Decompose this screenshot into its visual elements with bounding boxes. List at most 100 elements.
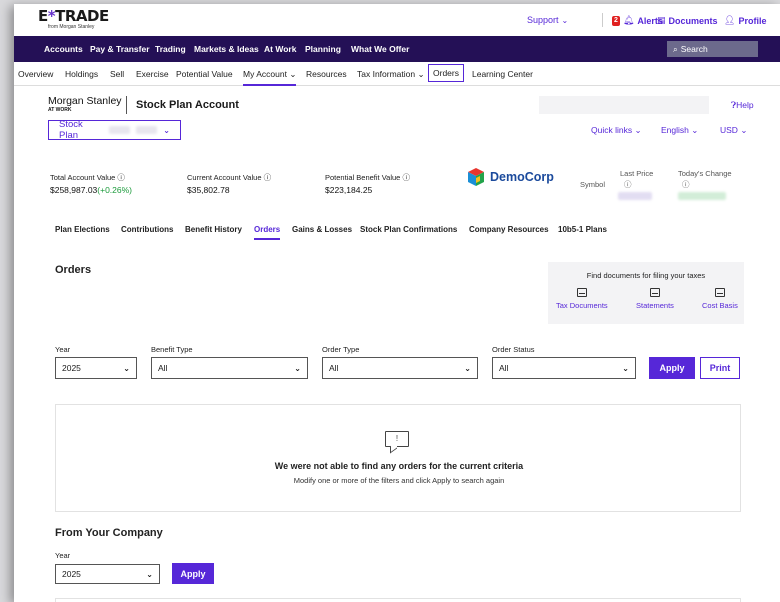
info-icon[interactable]: ⓘ	[682, 179, 690, 190]
redacted-text	[136, 126, 158, 134]
total-account-value: Total Account Value ⓘ $258,987.03(+0.26%…	[50, 173, 133, 195]
etrade-logo[interactable]: E*TRADE from Morgan Stanley	[38, 9, 109, 31]
statements-link[interactable]: Statements	[636, 288, 674, 310]
chevron-down-icon: ⌄	[561, 15, 569, 25]
company-apply-button[interactable]: Apply	[172, 563, 214, 584]
redacted-text	[678, 192, 726, 200]
subnav-orders[interactable]: Orders	[428, 64, 464, 82]
tab-gains-losses[interactable]: Gains & Losses	[292, 225, 352, 234]
help-link[interactable]: ❓︎Help	[731, 100, 754, 111]
tab-contributions[interactable]: Contributions	[121, 225, 173, 234]
empty-state-title: We were not able to find any orders for …	[274, 461, 524, 471]
chevron-down-icon: ⌄	[622, 363, 629, 373]
company-year-label: Year	[55, 551, 71, 560]
subnav-sell[interactable]: Sell	[110, 69, 124, 79]
company-year-select[interactable]: 2025 ⌄	[55, 564, 160, 584]
company-documents-panel	[55, 598, 741, 602]
subnav-tax-information[interactable]: Tax Information ⌄	[357, 69, 425, 80]
info-icon[interactable]: ⓘ	[117, 173, 125, 182]
nav-accounts[interactable]: Accounts	[44, 44, 83, 54]
alerts-count-badge: 2	[612, 15, 620, 26]
nav-planning[interactable]: Planning	[305, 44, 341, 54]
secondary-nav: Overview Holdings Sell Exercise Potentia…	[14, 62, 780, 86]
info-icon[interactable]: ⓘ	[624, 179, 632, 190]
bell-icon: 🔔︎	[622, 15, 635, 25]
subnav-overview[interactable]: Overview	[18, 69, 53, 79]
divider	[602, 13, 603, 27]
company-section-heading: From Your Company	[55, 527, 163, 539]
nav-at-work[interactable]: At Work	[264, 44, 296, 54]
tax-panel-title: Find documents for filing your taxes	[586, 271, 706, 280]
chevron-down-icon: ⌄	[740, 125, 748, 135]
benefit-type-label: Benefit Type	[151, 345, 193, 354]
redacted-text	[108, 126, 131, 134]
order-type-select[interactable]: All ⌄	[322, 357, 478, 379]
nav-what-we-offer[interactable]: What We Offer	[351, 44, 409, 54]
person-icon: 👤︎	[724, 15, 736, 25]
speech-bubble-icon: !	[385, 431, 409, 447]
subnav-learning-center[interactable]: Learning Center	[472, 69, 533, 79]
info-icon[interactable]: ⓘ	[402, 173, 410, 182]
info-icon[interactable]: ⓘ	[264, 173, 272, 182]
cost-basis-link[interactable]: Cost Basis	[702, 288, 738, 310]
nav-markets-ideas[interactable]: Markets & Ideas	[194, 44, 259, 54]
subnav-resources[interactable]: Resources	[306, 69, 347, 79]
search-input[interactable]: ⌕ Search	[667, 41, 758, 57]
tax-documents-link[interactable]: Tax Documents	[556, 288, 608, 310]
print-button[interactable]: Print	[700, 357, 740, 379]
browser-page: E*TRADE from Morgan Stanley Support ⌄ 2 …	[14, 4, 780, 602]
tab-plan-elections[interactable]: Plan Elections	[55, 225, 110, 234]
profile-link[interactable]: 👤︎ Profile	[724, 15, 766, 26]
change-percent: (+0.26%)	[97, 185, 133, 195]
chevron-down-icon: ⌄	[634, 125, 642, 135]
chevron-down-icon: ⌄	[146, 569, 153, 579]
inbox-tray-icon	[576, 288, 587, 297]
stock-plan-select[interactable]: Stock Plan ⌄	[48, 119, 181, 141]
company-logo: DemoCorp	[466, 167, 554, 187]
nav-trading[interactable]: Trading	[155, 44, 186, 54]
support-menu[interactable]: Support ⌄	[527, 15, 568, 25]
quick-links-menu[interactable]: Quick links ⌄	[591, 125, 642, 136]
documents-link[interactable]: ▤ Documents	[657, 15, 718, 26]
tab-company-resources[interactable]: Company Resources	[469, 225, 549, 234]
empty-state-panel: ! We were not able to find any orders fo…	[55, 404, 741, 512]
chevron-down-icon: ⌄	[691, 125, 699, 135]
chevron-down-icon: ⌄	[464, 363, 471, 373]
tab-orders[interactable]: Orders	[254, 225, 281, 240]
chevron-down-icon: ⌄	[163, 125, 170, 135]
alerts-link[interactable]: 2 🔔︎ Alerts	[612, 15, 663, 26]
tab-10b5-1-plans[interactable]: 10b5-1 Plans	[558, 225, 607, 234]
last-price-label: Last Price	[620, 169, 654, 178]
chevron-down-icon: ⌄	[123, 363, 130, 373]
order-type-label: Order Type	[322, 345, 360, 354]
inbox-tray-icon	[714, 288, 725, 297]
inbox-tray-icon	[649, 288, 660, 297]
tab-benefit-history[interactable]: Benefit History	[185, 225, 242, 234]
utility-bar: E*TRADE from Morgan Stanley Support ⌄ 2 …	[14, 4, 780, 36]
year-select[interactable]: 2025 ⌄	[55, 357, 137, 379]
page-title: Stock Plan Account	[136, 99, 239, 111]
benefit-type-select[interactable]: All ⌄	[151, 357, 308, 379]
orders-heading: Orders	[55, 264, 92, 276]
search-icon: ⌕	[673, 43, 678, 54]
order-status-label: Order Status	[492, 345, 535, 354]
subnav-my-account[interactable]: My Account ⌄	[243, 69, 297, 86]
todays-change-label: Today's Change	[678, 169, 732, 178]
chevron-down-icon: ⌄	[289, 69, 297, 79]
subnav-potential-value[interactable]: Potential Value	[176, 69, 233, 79]
language-menu[interactable]: English ⌄	[661, 125, 698, 136]
apply-button[interactable]: Apply	[649, 357, 695, 379]
redacted-text	[618, 192, 652, 200]
currency-menu[interactable]: USD ⌄	[720, 125, 747, 136]
subnav-exercise[interactable]: Exercise	[136, 69, 169, 79]
nav-pay-transfer[interactable]: Pay & Transfer	[90, 44, 150, 54]
symbol-label: Symbol	[580, 180, 606, 189]
order-status-select[interactable]: All ⌄	[492, 357, 636, 379]
document-icon: ▤	[657, 15, 666, 25]
tax-documents-panel: Find documents for filing your taxes Tax…	[548, 262, 744, 324]
info-strip	[539, 96, 709, 114]
tab-stock-plan-confirmations[interactable]: Stock Plan Confirmations	[360, 225, 457, 234]
empty-state-message: Modify one or more of the filters and cl…	[293, 476, 505, 485]
potential-benefit-value: Potential Benefit Value ⓘ $223,184.25	[325, 173, 410, 195]
subnav-holdings[interactable]: Holdings	[65, 69, 98, 79]
